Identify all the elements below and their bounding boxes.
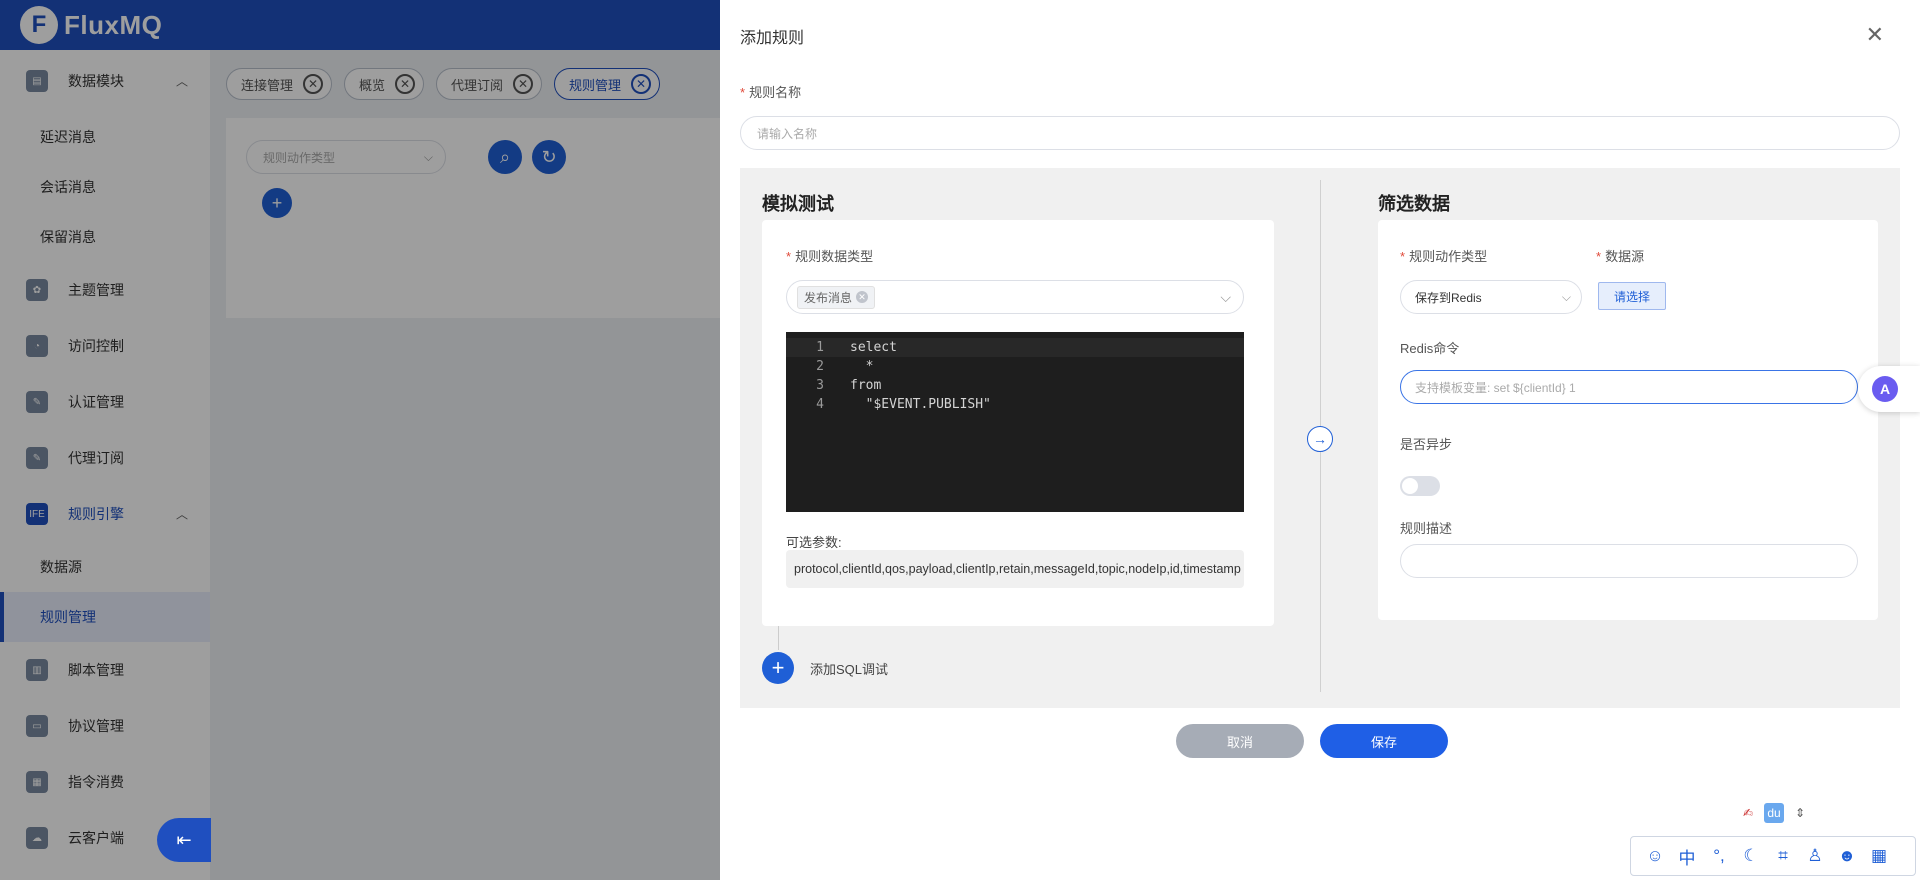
connector-line [778, 626, 779, 650]
selected-tag: 发布消息 ✕ [797, 285, 876, 309]
emoji-icon[interactable]: ☻ [1831, 840, 1863, 872]
sidebar-collapse-button[interactable]: ⇤ [157, 818, 211, 862]
add-rule-drawer: 添加规则 ✕ * 规则名称 请输入名称 模拟测试 * 规则数据类型 发布消息 ✕ ⌵ [720, 0, 1920, 880]
save-button[interactable]: 保存 [1320, 724, 1448, 758]
line-code: "$EVENT.PUBLISH" [850, 397, 991, 412]
filter-card: * 规则动作类型 * 数据源 保存到Redis ⌵ 请选择 Redis命令 支持模板… [1378, 220, 1878, 620]
code-line: 1 select [786, 338, 1244, 357]
async-label: 是否异步 [1400, 437, 1453, 452]
required-mark: * [740, 85, 746, 100]
data-type-select[interactable]: 发布消息 ✕ ⌵ [786, 280, 1244, 314]
datasource-label-text: 数据源 [1605, 249, 1645, 264]
chevron-down-icon: ⌵ [1220, 288, 1231, 305]
required-mark: * [1400, 249, 1406, 264]
add-sql-debug[interactable]: + 添加SQL调试 [762, 652, 888, 684]
toggle-knob [1402, 478, 1418, 494]
params-list: protocol,clientId,qos,payload,clientIp,r… [786, 550, 1244, 588]
du-badge[interactable]: du [1764, 803, 1784, 823]
line-number: 3 [816, 378, 824, 393]
line-code: select [850, 340, 897, 355]
action-type-label: * 规则动作类型 [1400, 246, 1487, 265]
drawer-title: 添加规则 [740, 30, 805, 47]
action-type-label-text: 规则动作类型 [1409, 249, 1488, 264]
choose-datasource-button[interactable]: 请选择 [1598, 282, 1666, 310]
plus-icon: + [762, 652, 794, 684]
handwriting-icon[interactable]: ✍ [1738, 803, 1758, 823]
line-number: 1 [816, 340, 824, 355]
line-code: from [850, 378, 882, 393]
code-line: 4 "$EVENT.PUBLISH" [786, 395, 1244, 414]
action-type-value: 保存到Redis [1415, 290, 1482, 305]
sql-code-editor[interactable]: 1 select 2 * 3 from 4 "$EVENT.PUBLISH" [786, 332, 1244, 512]
crop-icon[interactable]: ⌗ [1767, 840, 1799, 872]
add-sql-label: 添加SQL调试 [810, 661, 889, 677]
redis-command-placeholder: 支持模板变量: set ${clientId} 1 [1415, 380, 1576, 395]
params-label: 可选参数: [786, 535, 842, 550]
rule-config-area: 模拟测试 * 规则数据类型 发布消息 ✕ ⌵ 1 select 2 * 3 from … [740, 168, 1900, 708]
data-type-label-text: 规则数据类型 [795, 249, 874, 264]
grid-menu-icon[interactable]: ▦ [1863, 840, 1895, 872]
rule-desc-input[interactable] [1400, 544, 1858, 578]
required-mark: * [786, 249, 792, 264]
redis-command-input[interactable]: 支持模板变量: set ${clientId} 1 [1400, 370, 1858, 404]
required-mark: * [1596, 249, 1602, 264]
ime-toolbar: ☺ 中 °, ☾ ⌗ ♙ ☻ ▦ [1630, 836, 1916, 876]
sim-test-card: * 规则数据类型 发布消息 ✕ ⌵ 1 select 2 * 3 from 4 "$E… [762, 220, 1274, 626]
expand-arrows-icon[interactable]: ⇕ [1790, 803, 1810, 823]
tag-label: 发布消息 [804, 290, 853, 305]
collapse-arrow-icon: ⇤ [176, 829, 192, 850]
ime-mini-toolbar: ✍ du ⇕ [1738, 802, 1810, 824]
baidu-ime-logo-icon[interactable]: ☺ [1639, 840, 1671, 872]
cancel-button[interactable]: 取消 [1176, 724, 1304, 758]
assistant-float-button[interactable]: A [1858, 366, 1920, 412]
sim-test-title: 模拟测试 [762, 194, 834, 214]
rule-name-input[interactable]: 请输入名称 [740, 116, 1900, 150]
chevron-down-icon: ⌵ [1561, 289, 1571, 304]
rule-name-label: * 规则名称 [740, 82, 801, 101]
rule-desc-label: 规则描述 [1400, 521, 1453, 536]
line-number: 4 [816, 397, 824, 412]
moon-icon[interactable]: ☾ [1735, 840, 1767, 872]
user-icon[interactable]: ♙ [1799, 840, 1831, 872]
ime-zh-mode[interactable]: 中 [1671, 840, 1703, 872]
line-code: * [850, 359, 874, 374]
code-line: 3 from [786, 376, 1244, 395]
rule-name-label-text: 规则名称 [749, 85, 802, 100]
code-line: 2 * [786, 357, 1244, 376]
assistant-logo-icon: A [1872, 376, 1898, 402]
filter-data-title: 筛选数据 [1378, 194, 1450, 214]
app-root: F FluxMQ ▤ 数据模块 ︿ 延迟消息 会话消息 保留消息 ✿ 主题管理 … [0, 0, 1920, 880]
close-icon[interactable]: ✕ [1866, 22, 1884, 48]
punctuation-icon[interactable]: °, [1703, 840, 1735, 872]
redis-cmd-label: Redis命令 [1400, 341, 1460, 356]
data-type-label: * 规则数据类型 [786, 246, 873, 265]
line-number: 2 [816, 359, 824, 374]
async-toggle[interactable] [1400, 476, 1440, 496]
rule-name-placeholder: 请输入名称 [757, 126, 818, 141]
datasource-label: * 数据源 [1596, 246, 1644, 265]
modal-overlay[interactable] [0, 0, 720, 880]
arrow-right-icon: → [1307, 426, 1333, 452]
tag-remove-icon[interactable]: ✕ [856, 291, 869, 303]
action-type-select[interactable]: 保存到Redis ⌵ [1400, 280, 1582, 314]
